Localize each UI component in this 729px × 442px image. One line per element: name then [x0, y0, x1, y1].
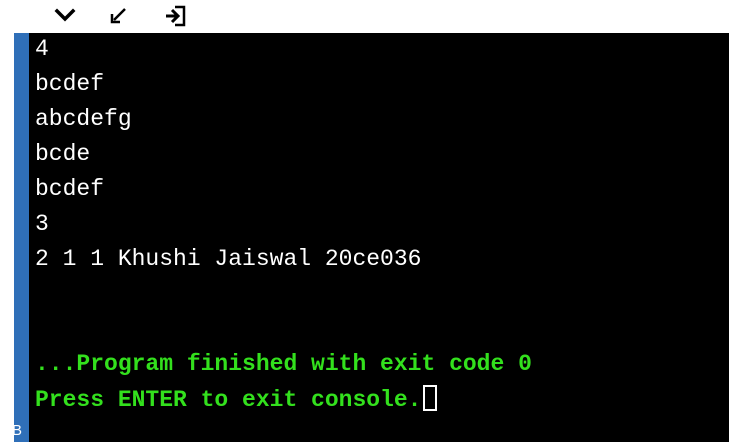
- output-line: 4: [35, 36, 49, 62]
- exit-status-line: ...Program finished with exit code 0: [35, 351, 532, 377]
- exit-console-icon[interactable]: [162, 4, 188, 28]
- console-output-panel[interactable]: 4 bcdef abcdefg bcde bcdef 3 2 1 1 Khush…: [29, 33, 729, 442]
- left-panel-accent: [14, 33, 29, 442]
- panel-corner-label: B: [12, 422, 23, 439]
- exit-prompt-line: Press ENTER to exit console.: [35, 385, 438, 414]
- output-line: bcdef: [35, 176, 105, 202]
- output-line: 3: [35, 211, 49, 237]
- exit-prompt-text: Press ENTER to exit console.: [35, 387, 422, 413]
- minimize-arrow-icon[interactable]: [106, 4, 132, 28]
- text-cursor: [423, 385, 438, 411]
- output-line: bcdef: [35, 71, 105, 97]
- chevron-down-icon[interactable]: [52, 4, 78, 28]
- output-line: bcde: [35, 141, 91, 167]
- output-line: abcdefg: [35, 106, 132, 132]
- console-toolbar: [0, 0, 729, 33]
- output-line: 2 1 1 Khushi Jaiswal 20ce036: [35, 246, 422, 272]
